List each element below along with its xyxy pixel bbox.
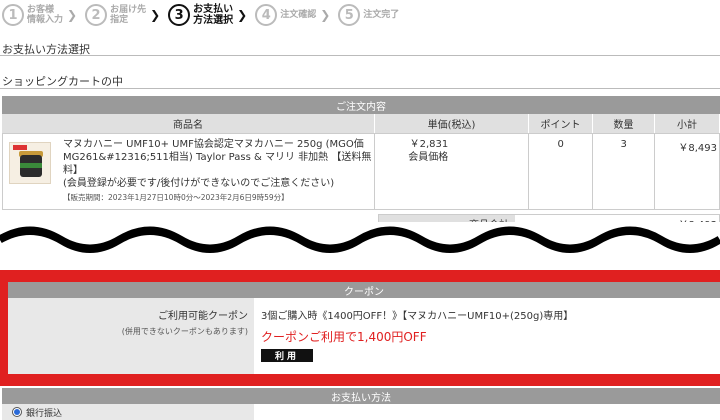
product-image[interactable] [9, 142, 51, 184]
step-3: 3 お支払い 方法選択 ❯ [168, 4, 249, 26]
step-number: 3 [168, 4, 191, 26]
step-label: 注文確認 [280, 10, 317, 20]
step-label: お届け先 指定 [110, 5, 147, 25]
product-note: (会員登録が必要です/後付けができないのでご注意ください) [63, 178, 335, 189]
sales-period: 【販売期間：2023年1月27日10時0分～2023年2月6日9時59分】 [63, 193, 289, 202]
radio-selected-icon[interactable] [12, 407, 22, 417]
step-5: 5 注文完了 [338, 4, 399, 26]
divider [0, 55, 720, 56]
wavy-cut-divider [0, 222, 720, 262]
checkout-steps: 1 お客様 情報入力 ❯ 2 お届け先 指定 ❯ 3 お支払い 方法選択 ❯ 4… [0, 0, 720, 30]
coupon-description: 3個ご購入時《1400円OFF！》【マヌカハニーUMF10+(250g)専用】 [261, 311, 574, 322]
col-name: 商品名 [2, 114, 375, 133]
chevron-right-icon: ❯ [67, 8, 78, 22]
coupon-label: ご利用可能クーポン [158, 311, 248, 322]
coupon-discount-text: クーポンご利用で1,400円OFF [261, 330, 427, 344]
subtotal-cell: ￥8,493 [655, 134, 720, 209]
cart-heading: ショッピングカートの中 [2, 75, 123, 88]
step-2: 2 お届け先 指定 ❯ [85, 4, 162, 26]
table-row: マヌカハニー UMF10+ UMF協会認定マヌカハニー 250g (MGO価MG… [2, 134, 720, 210]
product-cell: マヌカハニー UMF10+ UMF協会認定マヌカハニー 250g (MGO価MG… [3, 134, 376, 209]
step-number: 5 [338, 4, 361, 26]
member-price-label: 会員価格 [408, 152, 449, 163]
step-number: 2 [85, 4, 108, 26]
coupon-label-note: (併用できないクーポンもあります) [121, 327, 248, 336]
qty-cell: 3 [593, 134, 656, 209]
product-name[interactable]: マヌカハニー UMF10+ UMF協会認定マヌカハニー 250g (MGO価MG… [63, 138, 375, 177]
use-coupon-button[interactable]: 利用 [261, 349, 313, 362]
coupon-detail-cell: 3個ご購入時《1400円OFF！》【マヌカハニーUMF10+(250g)専用】 … [254, 298, 720, 374]
payment-row: 銀行振込 [2, 404, 720, 420]
col-price: 単価(税込) [375, 114, 529, 133]
payment-option-label: 銀行振込 [26, 408, 63, 419]
payment-option[interactable]: 銀行振込 [2, 404, 254, 420]
step-4: 4 注文確認 ❯ [255, 4, 332, 26]
price-cell: ￥2,831 会員価格 [375, 134, 530, 209]
step-1: 1 お客様 情報入力 ❯ [2, 4, 79, 26]
unit-price: ￥2,831 [409, 139, 449, 150]
step-number: 1 [2, 4, 24, 26]
step-label: 注文完了 [363, 10, 400, 20]
chevron-right-icon: ❯ [150, 8, 161, 22]
coupon-label-cell: ご利用可能クーポン (併用できないクーポンもあります) [8, 298, 254, 374]
col-subtotal: 小計 [655, 114, 720, 133]
order-table-title: ご注文内容 [2, 96, 720, 114]
chevron-right-icon: ❯ [237, 8, 248, 22]
point-cell: 0 [529, 134, 594, 209]
col-qty: 数量 [593, 114, 655, 133]
payment-title: お支払い方法 [2, 388, 720, 404]
step-label: お客様 情報入力 [27, 5, 64, 25]
step-number: 4 [255, 4, 278, 26]
col-point: ポイント [529, 114, 593, 133]
step-label: お支払い 方法選択 [193, 4, 234, 26]
order-table-header: 商品名 単価(税込) ポイント 数量 小計 [2, 114, 720, 134]
divider [0, 88, 720, 89]
coupon-title: クーポン [8, 282, 720, 298]
chevron-right-icon: ❯ [320, 8, 331, 22]
